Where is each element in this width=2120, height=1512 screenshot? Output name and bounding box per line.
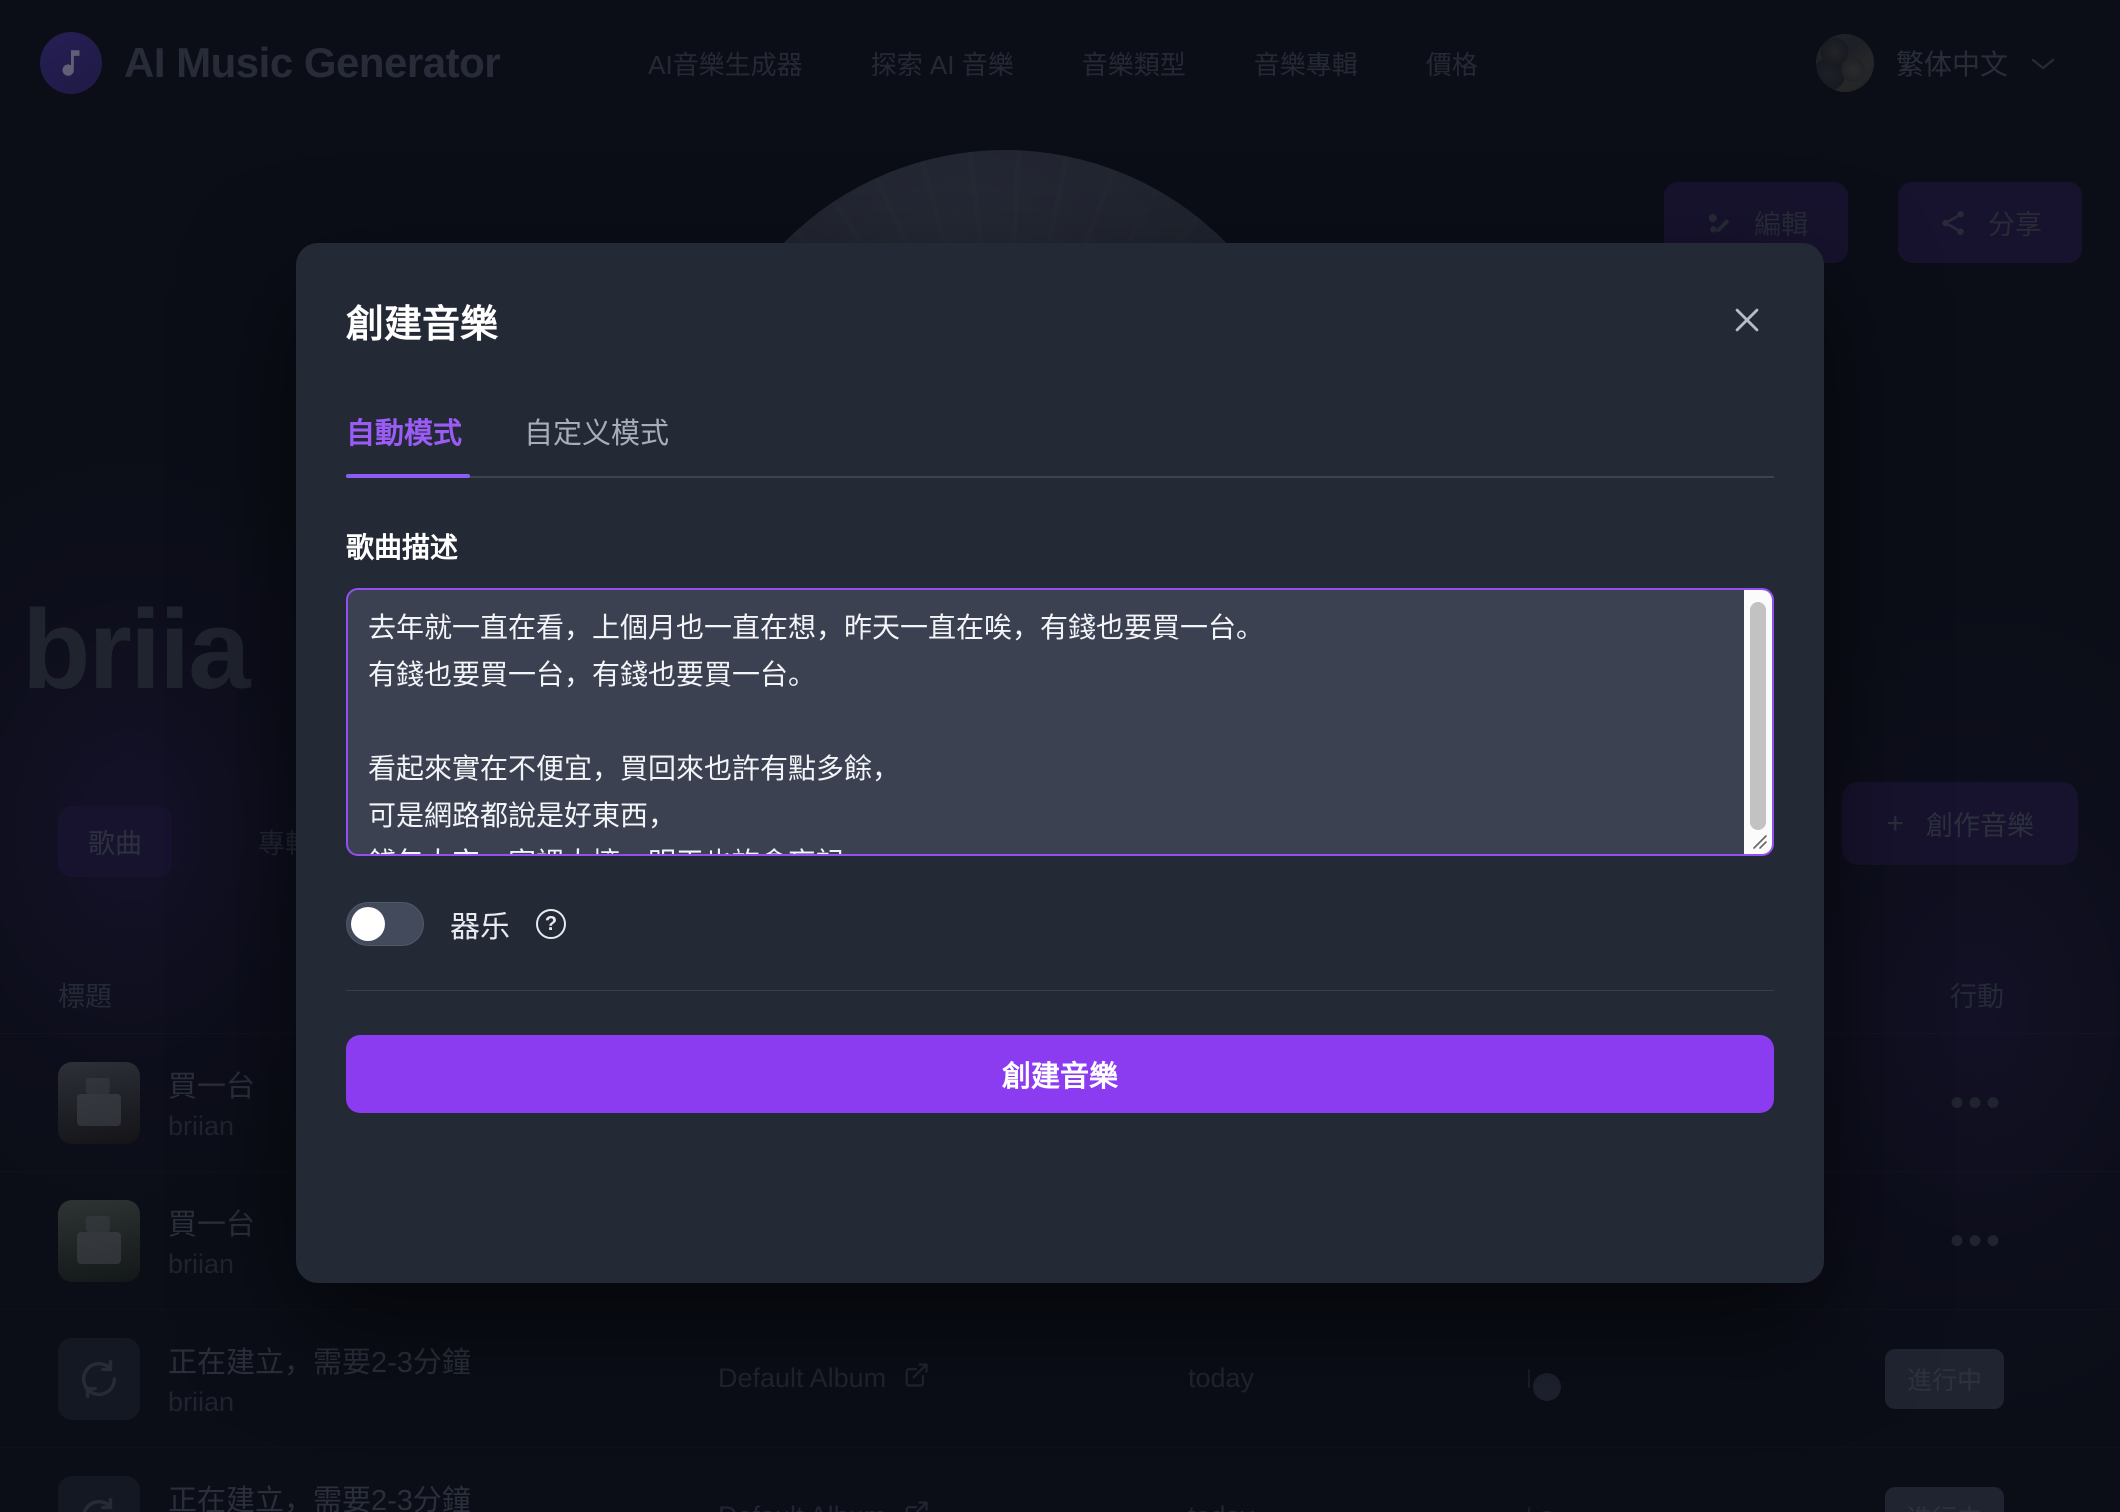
dialog-header: 創建音樂: [346, 243, 1774, 348]
question-circle-icon[interactable]: ?: [536, 909, 566, 939]
tab-custom-mode[interactable]: 自定义模式: [524, 410, 669, 478]
app-root: AI Music Generator AI音樂生成器 探索 AI 音樂 音樂類型…: [0, 0, 2120, 1512]
active-tab-indicator: [346, 474, 470, 478]
song-description-input[interactable]: 去年就一直在看，上個月也一直在想，昨天一直在唉，有錢也要買一台。 有錢也要買一台…: [368, 604, 1736, 854]
instrumental-toggle[interactable]: [346, 902, 424, 946]
tabs-divider: [346, 476, 1774, 478]
instrumental-label: 器乐: [450, 911, 510, 944]
dialog-mode-tabs: 自動模式 自定义模式: [346, 410, 1774, 478]
tab-auto-mode[interactable]: 自動模式: [346, 410, 462, 478]
close-icon[interactable]: [1724, 297, 1770, 343]
create-music-dialog: 創建音樂 自動模式 自定义模式 歌曲描述 去年就一直在看，上個月也一直在想，昨天…: [296, 243, 1824, 1283]
song-description-label: 歌曲描述: [346, 532, 459, 563]
textarea-scrollbar[interactable]: [1744, 590, 1772, 854]
dialog-title: 創建音樂: [346, 304, 499, 346]
submit-create-music-button[interactable]: 創建音樂: [346, 1035, 1774, 1113]
instrumental-row: 器乐 ?: [346, 902, 1774, 946]
scrollbar-thumb[interactable]: [1750, 602, 1766, 830]
song-description-field[interactable]: 去年就一直在看，上個月也一直在想，昨天一直在唉，有錢也要買一台。 有錢也要買一台…: [346, 588, 1774, 856]
dialog-divider: [346, 990, 1774, 991]
resize-handle-icon[interactable]: [1744, 826, 1770, 852]
